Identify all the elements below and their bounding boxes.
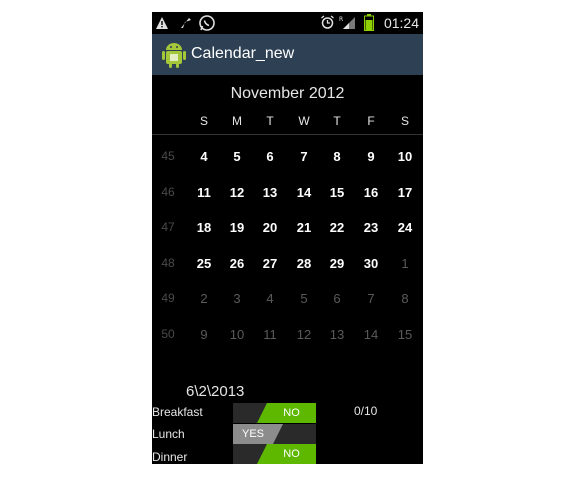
calendar-day[interactable]: 17: [388, 185, 422, 200]
calendar-day[interactable]: 27: [253, 256, 287, 271]
selected-date: 6\2\2013: [186, 383, 245, 400]
status-bar: R 01:24: [152, 12, 423, 34]
dinner-toggle[interactable]: NO: [233, 444, 316, 464]
status-time: 01:24: [383, 15, 419, 31]
calendar-day[interactable]: 20: [253, 220, 287, 235]
calendar-day[interactable]: 22: [320, 220, 354, 235]
calendar-day[interactable]: 15: [388, 327, 422, 342]
calendar-day[interactable]: 9: [187, 327, 221, 342]
week-row: 48 25 26 27 28 29 30 1: [152, 256, 423, 292]
calendar-day[interactable]: 11: [253, 327, 287, 342]
weekday-label: F: [367, 114, 375, 128]
weekday-label: S: [199, 114, 208, 128]
title-bar: Calendar_new: [152, 34, 423, 75]
calendar-day[interactable]: 7: [354, 291, 388, 306]
calendar-day[interactable]: 28: [287, 256, 321, 271]
week-number: 46: [161, 184, 175, 199]
week-row: 49 2 3 4 5 6 7 8: [152, 291, 423, 327]
weekday-label: M: [232, 114, 242, 128]
lunch-label: Lunch: [152, 427, 185, 441]
calendar-day[interactable]: 18: [187, 220, 221, 235]
calendar-day[interactable]: 12: [220, 185, 254, 200]
weekday-label: T: [266, 114, 274, 128]
score-text: 0/10: [354, 404, 378, 418]
calendar-day[interactable]: 2: [187, 291, 221, 306]
app-title: Calendar_new: [191, 45, 295, 62]
calendar-day[interactable]: 16: [354, 185, 388, 200]
calendar-day[interactable]: 8: [388, 291, 422, 306]
battery-icon: [364, 14, 374, 35]
calendar-day[interactable]: 11: [187, 185, 221, 200]
calendar-day[interactable]: 15: [320, 185, 354, 200]
weekday-header: S M T W T F S: [152, 114, 423, 132]
calendar-day[interactable]: 10: [388, 149, 422, 164]
weekday-label: T: [333, 114, 341, 128]
calendar-day[interactable]: 13: [320, 327, 354, 342]
calendar-day[interactable]: 10: [220, 327, 254, 342]
breakfast-toggle[interactable]: NO: [233, 403, 316, 423]
week-number: 47: [161, 220, 175, 234]
week-row: 50 9 10 11 12 13 14 15: [152, 327, 423, 363]
weekday-label: W: [298, 114, 310, 128]
header-divider: [152, 134, 423, 135]
calendar-day[interactable]: 9: [354, 149, 388, 164]
calendar-day[interactable]: 26: [220, 256, 254, 271]
calendar-day[interactable]: 4: [187, 149, 221, 164]
alarm-icon: [320, 15, 335, 34]
svg-text:R: R: [339, 16, 343, 23]
week-number: 49: [161, 291, 175, 305]
calendar-day[interactable]: 4: [253, 291, 287, 306]
signal-icon: R: [339, 15, 357, 34]
week-row: 46 11 12 13 14 15 16 17: [152, 185, 423, 221]
calendar-day[interactable]: 25: [187, 256, 221, 271]
phone-screen: R 01:24 Calendar_new November 2012 S M T…: [152, 12, 423, 464]
calendar-day[interactable]: 6: [320, 291, 354, 306]
warning-icon: [155, 15, 169, 34]
lunch-toggle[interactable]: YES: [233, 424, 316, 444]
calendar-day[interactable]: 1: [388, 256, 422, 271]
calendar-day[interactable]: 7: [287, 149, 321, 164]
dinner-label: Dinner: [152, 450, 188, 464]
calendar-day[interactable]: 12: [287, 327, 321, 342]
calendar-day[interactable]: 3: [220, 291, 254, 306]
calendar-day[interactable]: 19: [220, 220, 254, 235]
toggle-state: NO: [257, 444, 316, 464]
flag-icon: [179, 15, 193, 34]
calendar-day[interactable]: 24: [388, 220, 422, 235]
calendar-day[interactable]: 5: [220, 149, 254, 164]
calendar-day[interactable]: 14: [354, 327, 388, 342]
calendar-day[interactable]: 13: [253, 185, 287, 200]
calendar-day[interactable]: 6: [253, 149, 287, 164]
calendar-day[interactable]: 14: [287, 185, 321, 200]
calendar-day[interactable]: 21: [287, 220, 321, 235]
weekday-label: S: [400, 114, 409, 128]
calendar-day[interactable]: 29: [320, 256, 354, 271]
week-row: 47 18 19 20 21 22 23 24: [152, 220, 423, 256]
week-number: 50: [161, 326, 175, 341]
month-title: November 2012: [230, 85, 345, 102]
week-number: 45: [161, 149, 175, 163]
week-number: 48: [161, 255, 175, 270]
calendar-day[interactable]: 8: [320, 149, 354, 164]
calendar-day[interactable]: 5: [287, 291, 321, 306]
calendar-day[interactable]: 30: [354, 256, 388, 271]
breakfast-label: Breakfast: [152, 405, 203, 419]
toggle-state: YES: [233, 424, 283, 444]
toggle-state: NO: [257, 403, 316, 423]
calendar-day[interactable]: 23: [354, 220, 388, 235]
whatsapp-icon: [198, 14, 216, 36]
week-row: 45 4 5 6 7 8 9 10: [152, 149, 423, 185]
android-app-icon: [161, 41, 187, 73]
